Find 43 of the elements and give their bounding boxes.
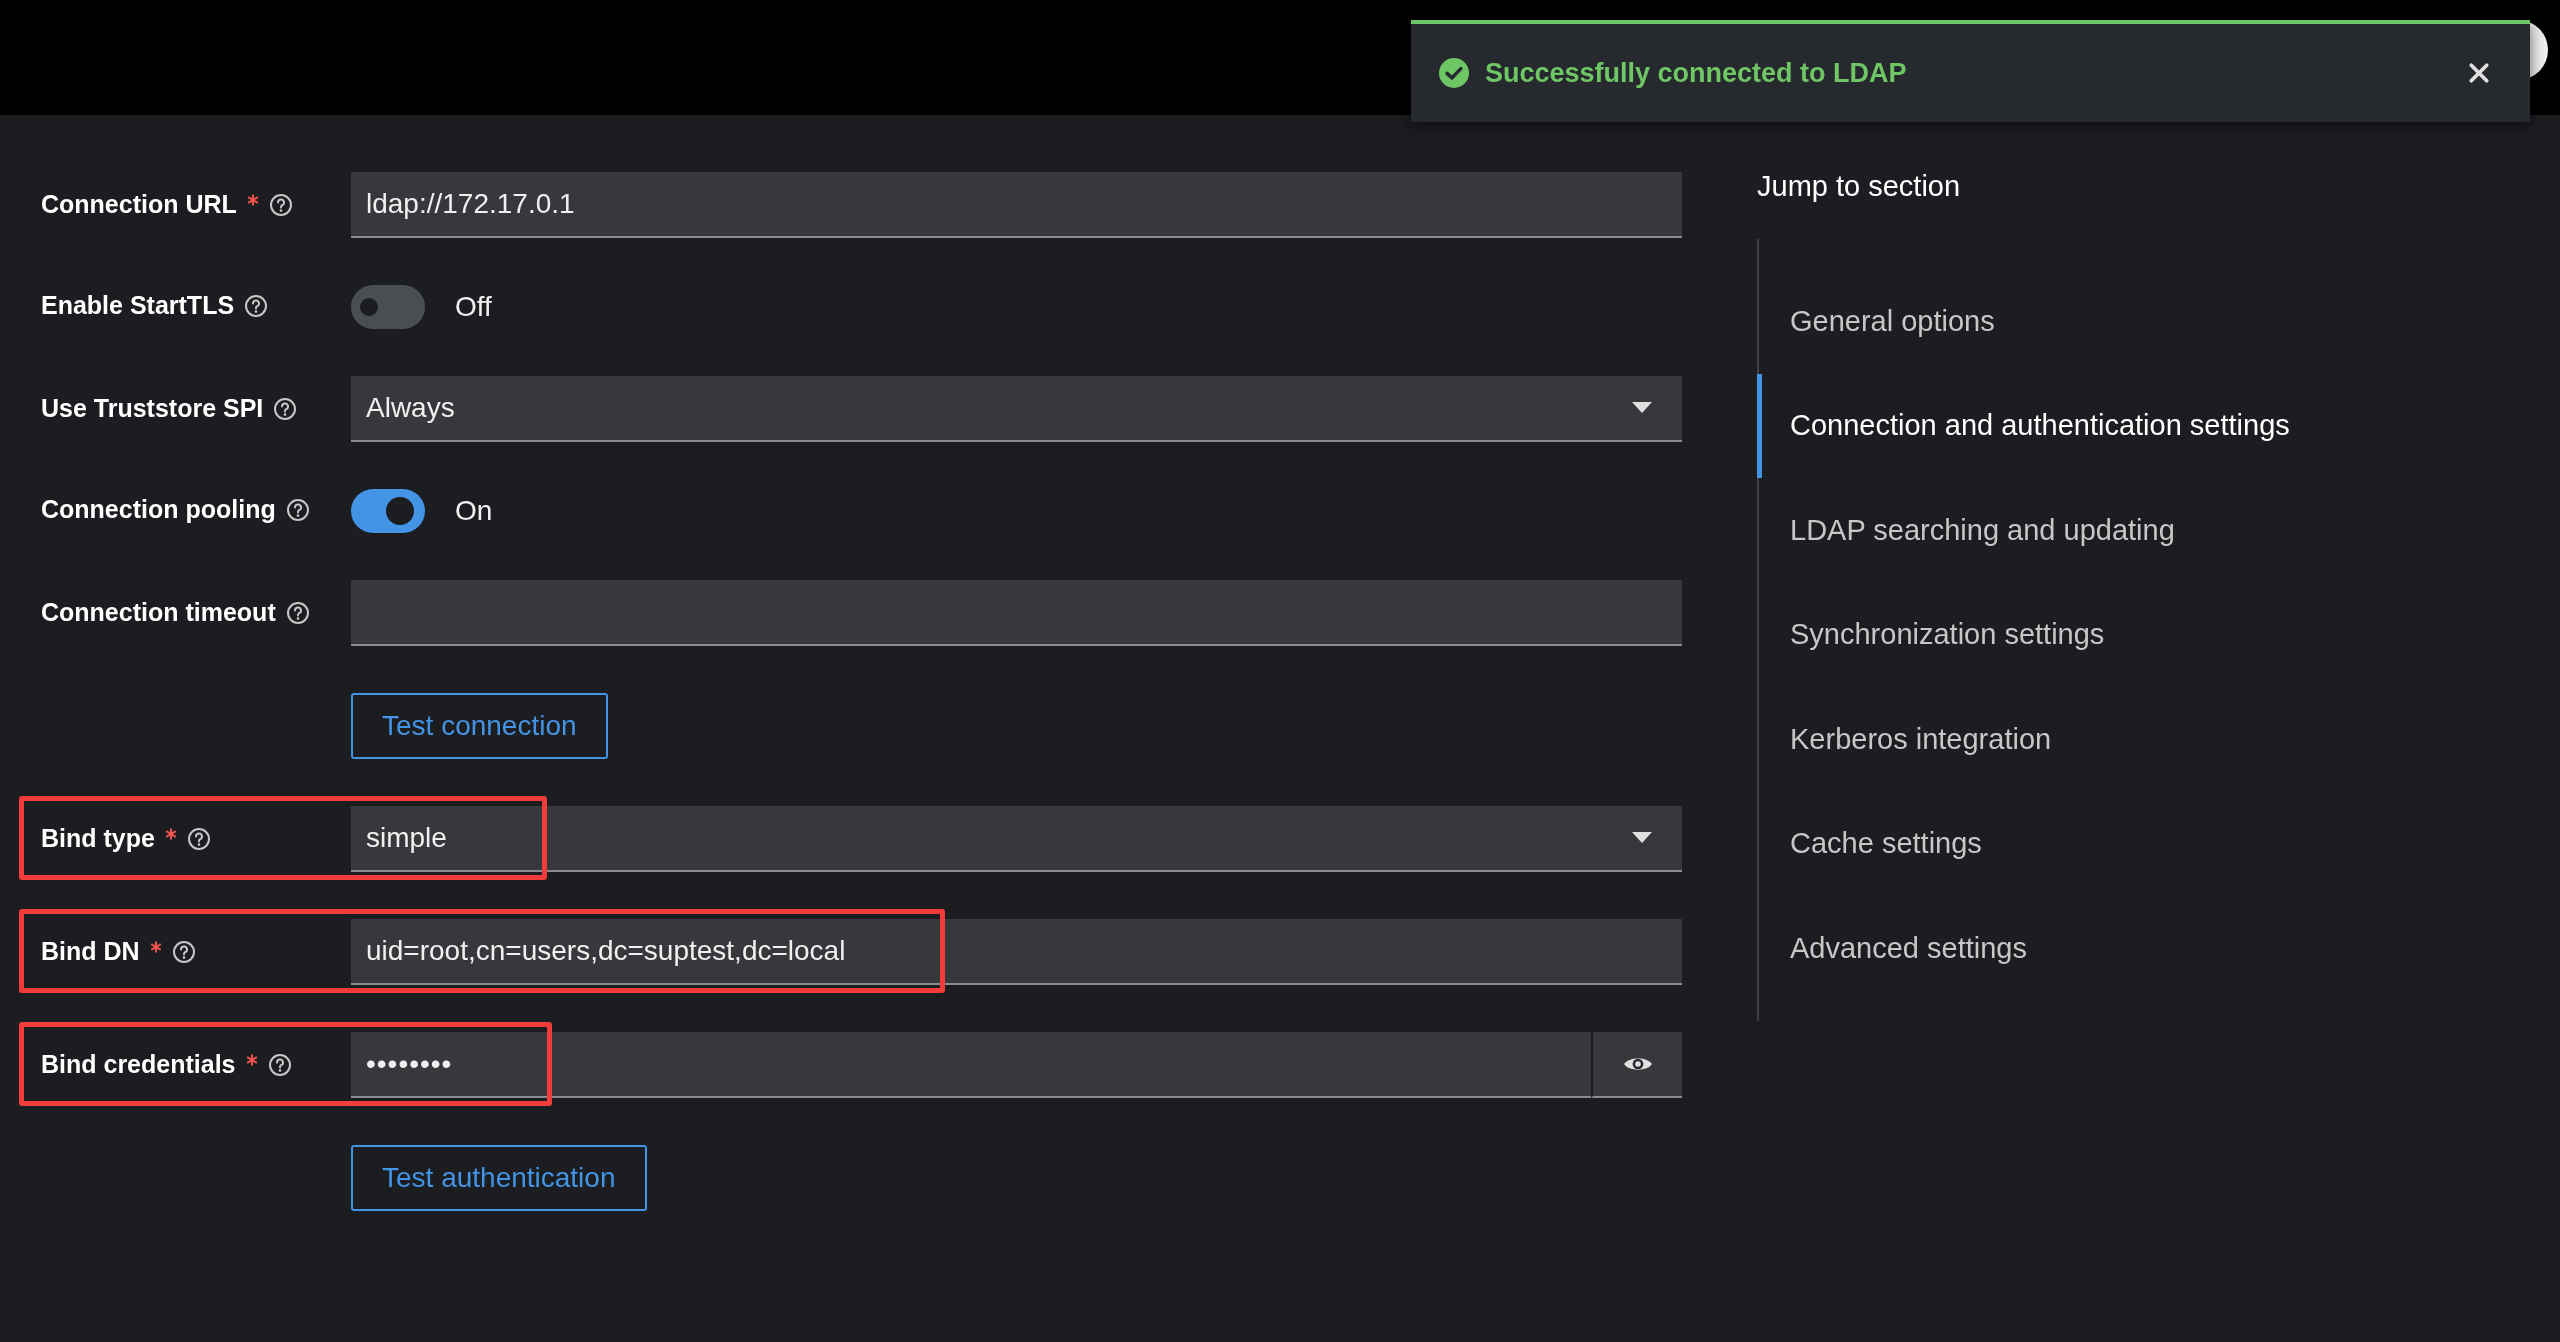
switch-state-label: Off	[455, 291, 492, 323]
section-link[interactable]: Connection and authentication settings	[1757, 373, 2459, 478]
toast-message: Successfully connected to LDAP	[1485, 57, 1908, 89]
help-icon[interactable]	[267, 1052, 292, 1077]
text-field[interactable]: ldap://172.17.0.1	[351, 172, 1682, 238]
help-icon[interactable]	[186, 826, 211, 851]
help-icon[interactable]	[285, 600, 310, 625]
test-button[interactable]: Test authentication	[351, 1145, 647, 1211]
field-label: Use Truststore SPI	[41, 393, 264, 424]
close-icon[interactable]	[2468, 62, 2490, 84]
field-label: Enable StartTLS	[41, 290, 235, 321]
toggle-switch[interactable]	[351, 489, 425, 533]
select-field[interactable]: Always	[351, 376, 1682, 442]
field-value: ldap://172.17.0.1	[366, 188, 575, 220]
field-label: Bind type	[41, 823, 155, 854]
section-link[interactable]: Synchronization settings	[1757, 582, 2459, 687]
section-link[interactable]: Kerberos integration	[1757, 687, 2459, 792]
field-label: Bind DN	[41, 936, 140, 967]
help-icon[interactable]	[171, 939, 196, 964]
check-circle-icon	[1439, 58, 1469, 88]
section-link[interactable]: Cache settings	[1757, 791, 2459, 896]
switch-state-label: On	[455, 495, 493, 527]
caret-icon	[1632, 402, 1652, 414]
test-button[interactable]: Test connection	[351, 693, 608, 759]
caret-icon	[1632, 832, 1652, 844]
field-value: simple	[366, 822, 447, 854]
section-link[interactable]: Advanced settings	[1757, 896, 2459, 1001]
help-icon[interactable]	[285, 497, 310, 522]
field-label: Connection URL	[41, 189, 237, 220]
field-label: Connection timeout	[41, 597, 276, 628]
toggle-switch[interactable]	[351, 285, 425, 329]
field-value: ••••••••	[366, 1048, 453, 1080]
help-icon[interactable]	[268, 192, 293, 217]
section-link[interactable]: General options	[1757, 269, 2459, 374]
field-label: Connection pooling	[41, 494, 276, 525]
help-icon[interactable]	[273, 396, 298, 421]
text-field[interactable]	[351, 580, 1682, 646]
field-value: Always	[366, 392, 455, 424]
field-label: Bind credentials	[41, 1049, 236, 1080]
field-value: uid=root,cn=users,dc=suptest,dc=local	[366, 935, 846, 967]
section-link[interactable]: LDAP searching and updating	[1757, 478, 2459, 583]
show-password-button[interactable]	[1591, 1032, 1682, 1098]
help-icon[interactable]	[244, 293, 269, 318]
